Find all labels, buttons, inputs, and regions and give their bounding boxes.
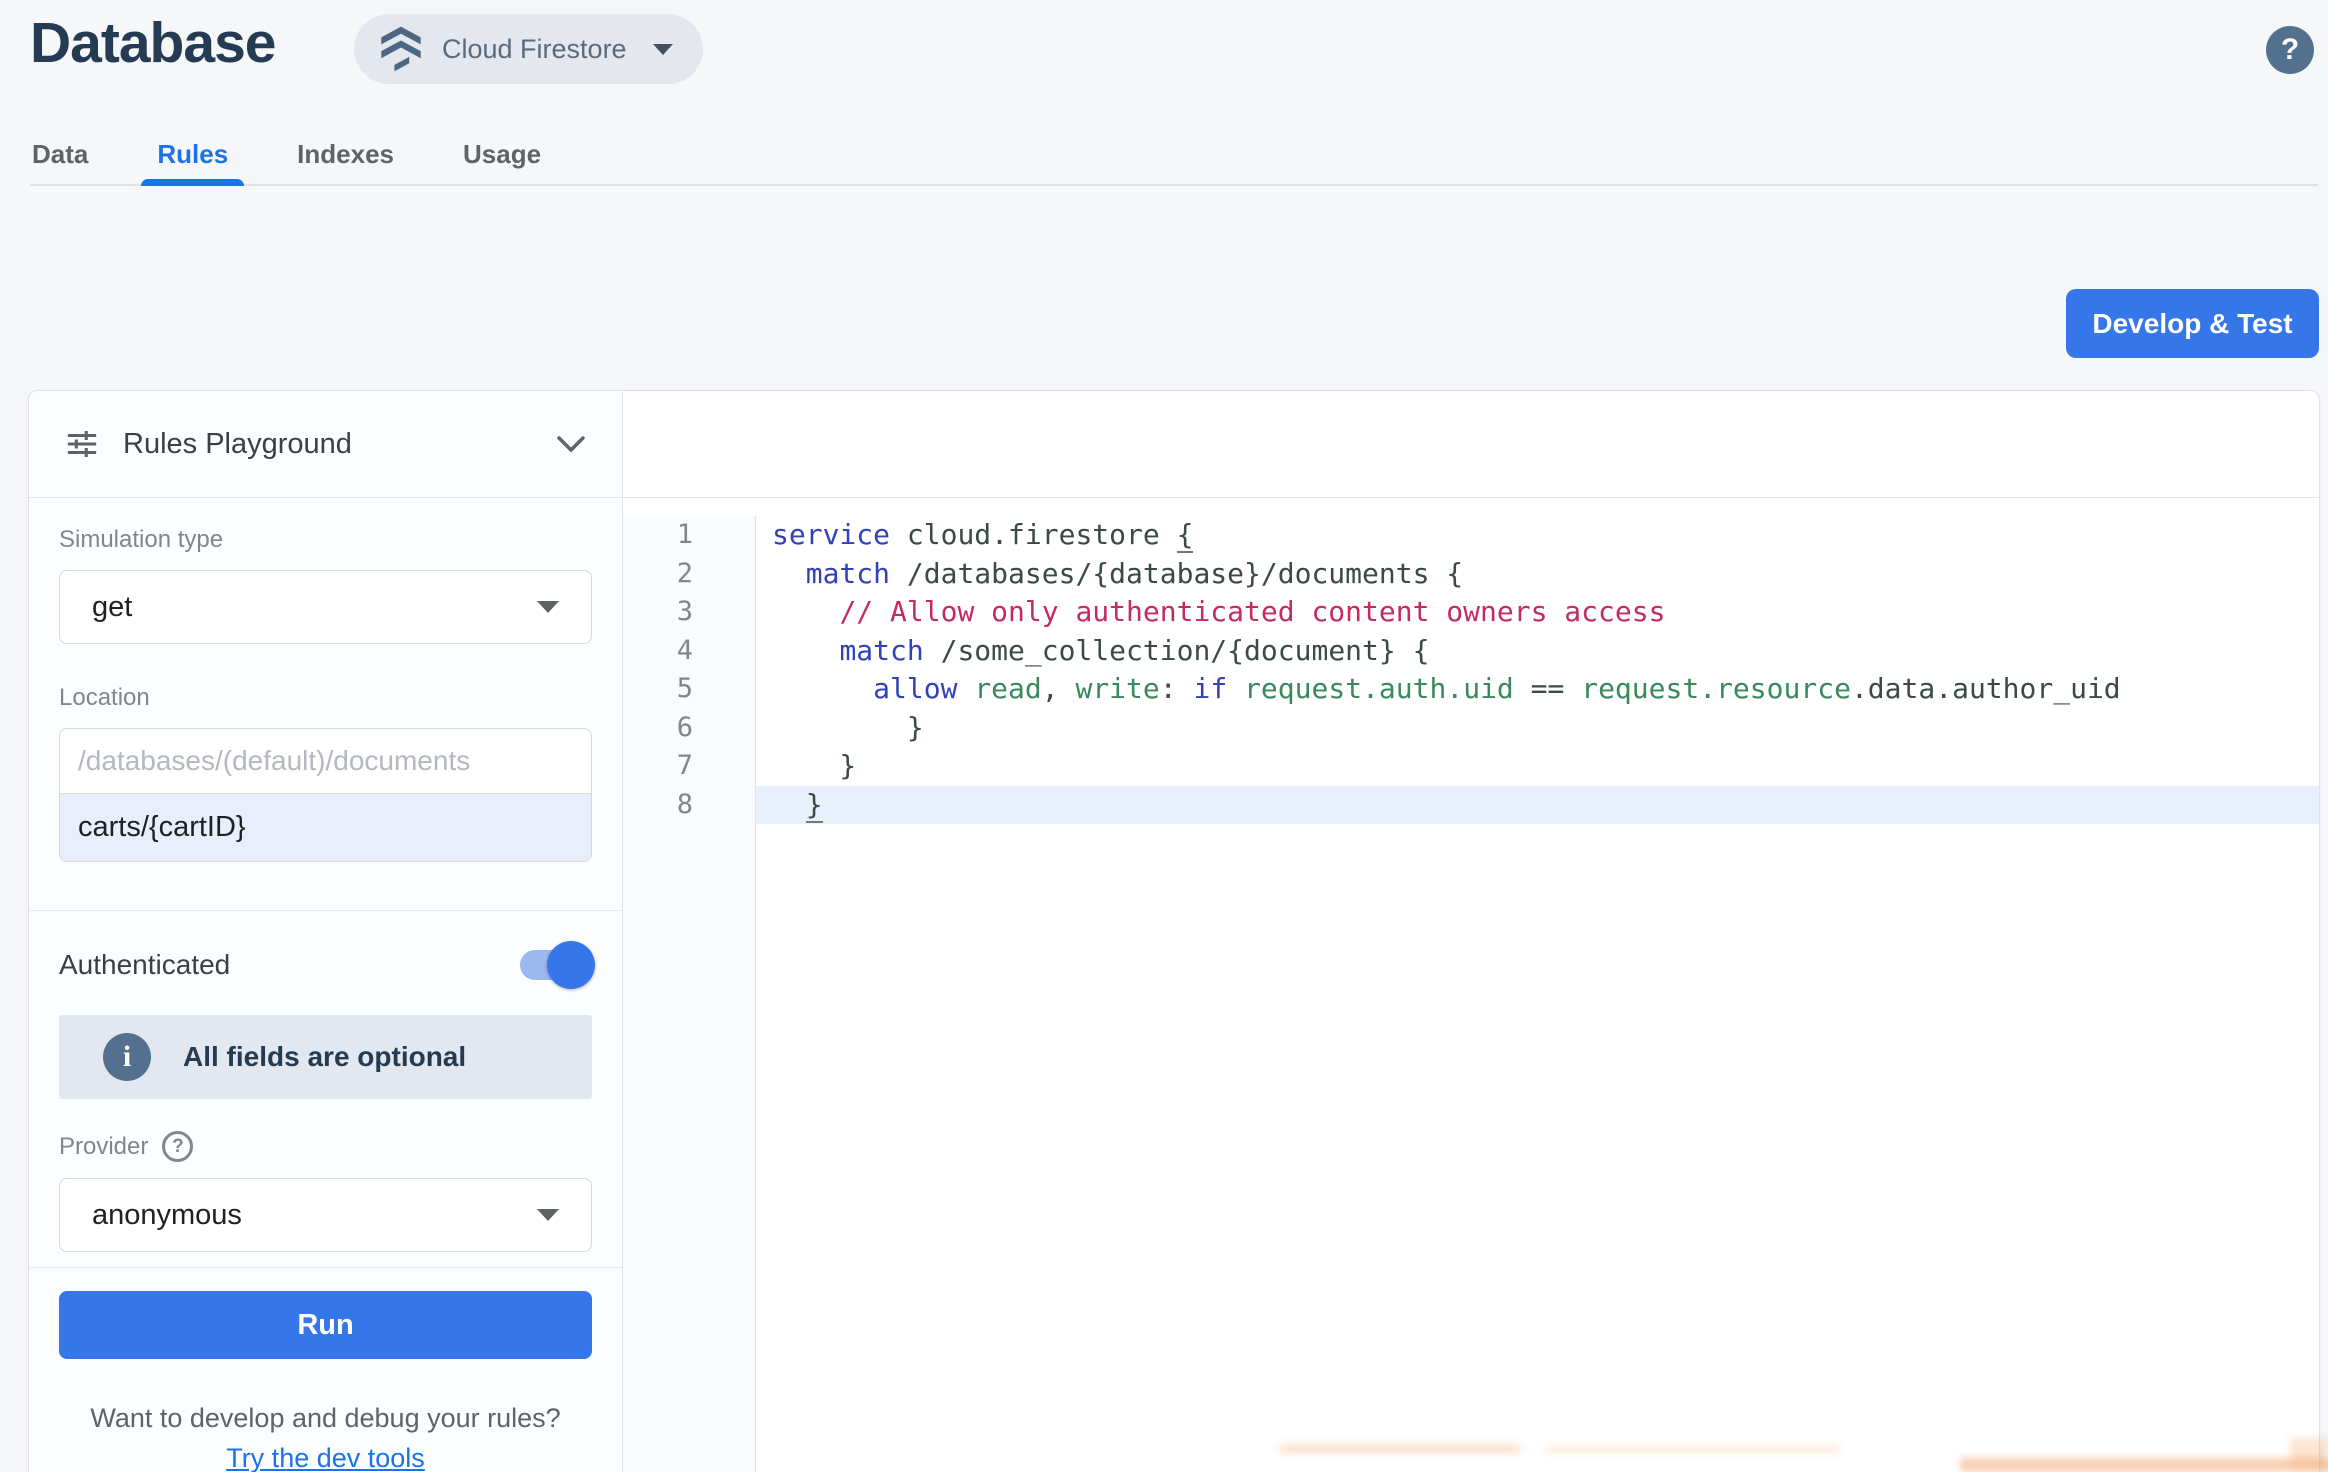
- chevron-down-icon: [653, 44, 673, 55]
- rules-playground-panel: Rules Playground Simulation type get Loc…: [29, 391, 623, 1472]
- location-input[interactable]: carts/{cartID}: [60, 794, 591, 861]
- location-placeholder: /databases/(default)/documents: [60, 729, 591, 794]
- code-token: // Allow only authenticated content owne…: [839, 595, 1665, 628]
- line-number: 7: [623, 747, 693, 786]
- simulation-section: Simulation type get Location /databases/…: [29, 498, 622, 862]
- rules-card: Rules Playground Simulation type get Loc…: [28, 390, 2320, 1472]
- tab-label: Rules: [157, 139, 228, 170]
- help-icon[interactable]: ?: [2266, 26, 2314, 74]
- run-button[interactable]: Run: [59, 1291, 592, 1359]
- code-token: .data.author_uid: [1851, 672, 2121, 705]
- code-token: request.auth.uid: [1244, 672, 1514, 705]
- code-token: ==: [1514, 672, 1581, 705]
- location-field: /databases/(default)/documents carts/{ca…: [59, 728, 592, 862]
- tune-icon: [65, 427, 99, 461]
- code-token: }: [772, 711, 924, 744]
- info-banner: i All fields are optional: [59, 1015, 592, 1099]
- product-chip-label: Cloud Firestore: [442, 34, 627, 65]
- code-area[interactable]: service cloud.firestore { match /databas…: [756, 516, 2319, 1472]
- code-line[interactable]: }: [756, 747, 2319, 786]
- code-line[interactable]: service cloud.firestore {: [756, 516, 2319, 555]
- code-line[interactable]: }: [756, 709, 2319, 748]
- code-token: {: [1177, 518, 1194, 553]
- dropdown-caret-icon: [537, 601, 559, 613]
- editor-body[interactable]: 12345678 service cloud.firestore { match…: [623, 498, 2319, 1472]
- code-token: [772, 672, 873, 705]
- code-token: cloud.firestore: [890, 518, 1177, 551]
- collapse-chevron-icon[interactable]: [556, 435, 586, 453]
- editor-toolbar: [623, 391, 2319, 498]
- dropdown-caret-icon: [537, 1209, 559, 1221]
- tab-indexes[interactable]: Indexes: [295, 122, 396, 186]
- code-token: request.resource: [1581, 672, 1851, 705]
- tab-data[interactable]: Data: [30, 122, 90, 186]
- firestore-icon: [380, 26, 422, 72]
- tab-label: Data: [32, 139, 88, 170]
- simulation-type-label: Simulation type: [59, 526, 592, 554]
- code-token: [772, 557, 806, 590]
- tab-label: Usage: [463, 139, 541, 170]
- location-label: Location: [59, 684, 592, 712]
- product-selector-chip[interactable]: Cloud Firestore: [354, 14, 703, 84]
- code-token: match: [839, 634, 923, 667]
- code-token: if: [1193, 672, 1227, 705]
- code-token: :: [1160, 672, 1194, 705]
- info-icon: i: [103, 1033, 151, 1081]
- authenticated-toggle[interactable]: [520, 950, 592, 980]
- code-token: [772, 595, 839, 628]
- simulation-type-select[interactable]: get: [59, 570, 592, 644]
- code-token: read: [974, 672, 1041, 705]
- code-token: allow: [873, 672, 957, 705]
- provider-value: anonymous: [92, 1199, 242, 1232]
- code-line[interactable]: match /databases/{database}/documents {: [756, 555, 2319, 594]
- provider-select[interactable]: anonymous: [59, 1178, 592, 1252]
- code-token: [772, 634, 839, 667]
- code-token: }: [772, 749, 856, 782]
- code-token: [957, 672, 974, 705]
- code-token: /some_collection/{document} {: [924, 634, 1430, 667]
- tab-usage[interactable]: Usage: [461, 122, 543, 186]
- tab-label: Indexes: [297, 139, 394, 170]
- provider-help-icon[interactable]: ?: [162, 1131, 193, 1162]
- line-number: 3: [623, 593, 693, 632]
- toggle-thumb: [547, 941, 595, 989]
- run-section: Run Want to develop and debug your rules…: [29, 1268, 622, 1472]
- authenticated-label: Authenticated: [59, 949, 230, 981]
- line-number: 8: [623, 786, 693, 825]
- code-token: service: [772, 518, 890, 551]
- code-line[interactable]: allow read, write: if request.auth.uid =…: [756, 670, 2319, 709]
- code-token: match: [806, 557, 890, 590]
- line-number-gutter: 12345678: [623, 516, 756, 1472]
- line-number: 1: [623, 516, 693, 555]
- dev-tools-link[interactable]: Try the dev tools: [59, 1443, 592, 1472]
- line-number: 4: [623, 632, 693, 671]
- page-title: Database: [30, 10, 275, 76]
- tab-bar: Data Rules Indexes Usage: [30, 122, 543, 186]
- code-line[interactable]: match /some_collection/{document} {: [756, 632, 2319, 671]
- panel-title: Rules Playground: [123, 428, 352, 461]
- code-line[interactable]: }: [756, 786, 2319, 825]
- code-token: [772, 788, 806, 821]
- develop-and-test-button[interactable]: Develop & Test: [2066, 289, 2319, 358]
- line-number: 6: [623, 709, 693, 748]
- line-number: 2: [623, 555, 693, 594]
- code-token: }: [806, 788, 823, 823]
- rules-playground-header[interactable]: Rules Playground: [29, 391, 622, 498]
- simulation-type-value: get: [92, 591, 132, 624]
- auth-section: Authenticated i All fields are optional …: [29, 911, 622, 1267]
- code-token: write: [1075, 672, 1159, 705]
- provider-label: Provider: [59, 1133, 148, 1161]
- info-banner-text: All fields are optional: [183, 1041, 466, 1073]
- code-token: /databases/{database}/documents {: [890, 557, 1463, 590]
- rules-editor: 12345678 service cloud.firestore { match…: [623, 391, 2319, 1472]
- code-token: [1227, 672, 1244, 705]
- code-line[interactable]: // Allow only authenticated content owne…: [756, 593, 2319, 632]
- dev-tools-question: Want to develop and debug your rules?: [59, 1403, 592, 1434]
- line-number: 5: [623, 670, 693, 709]
- code-token: ,: [1042, 672, 1076, 705]
- tab-rules[interactable]: Rules: [155, 122, 230, 186]
